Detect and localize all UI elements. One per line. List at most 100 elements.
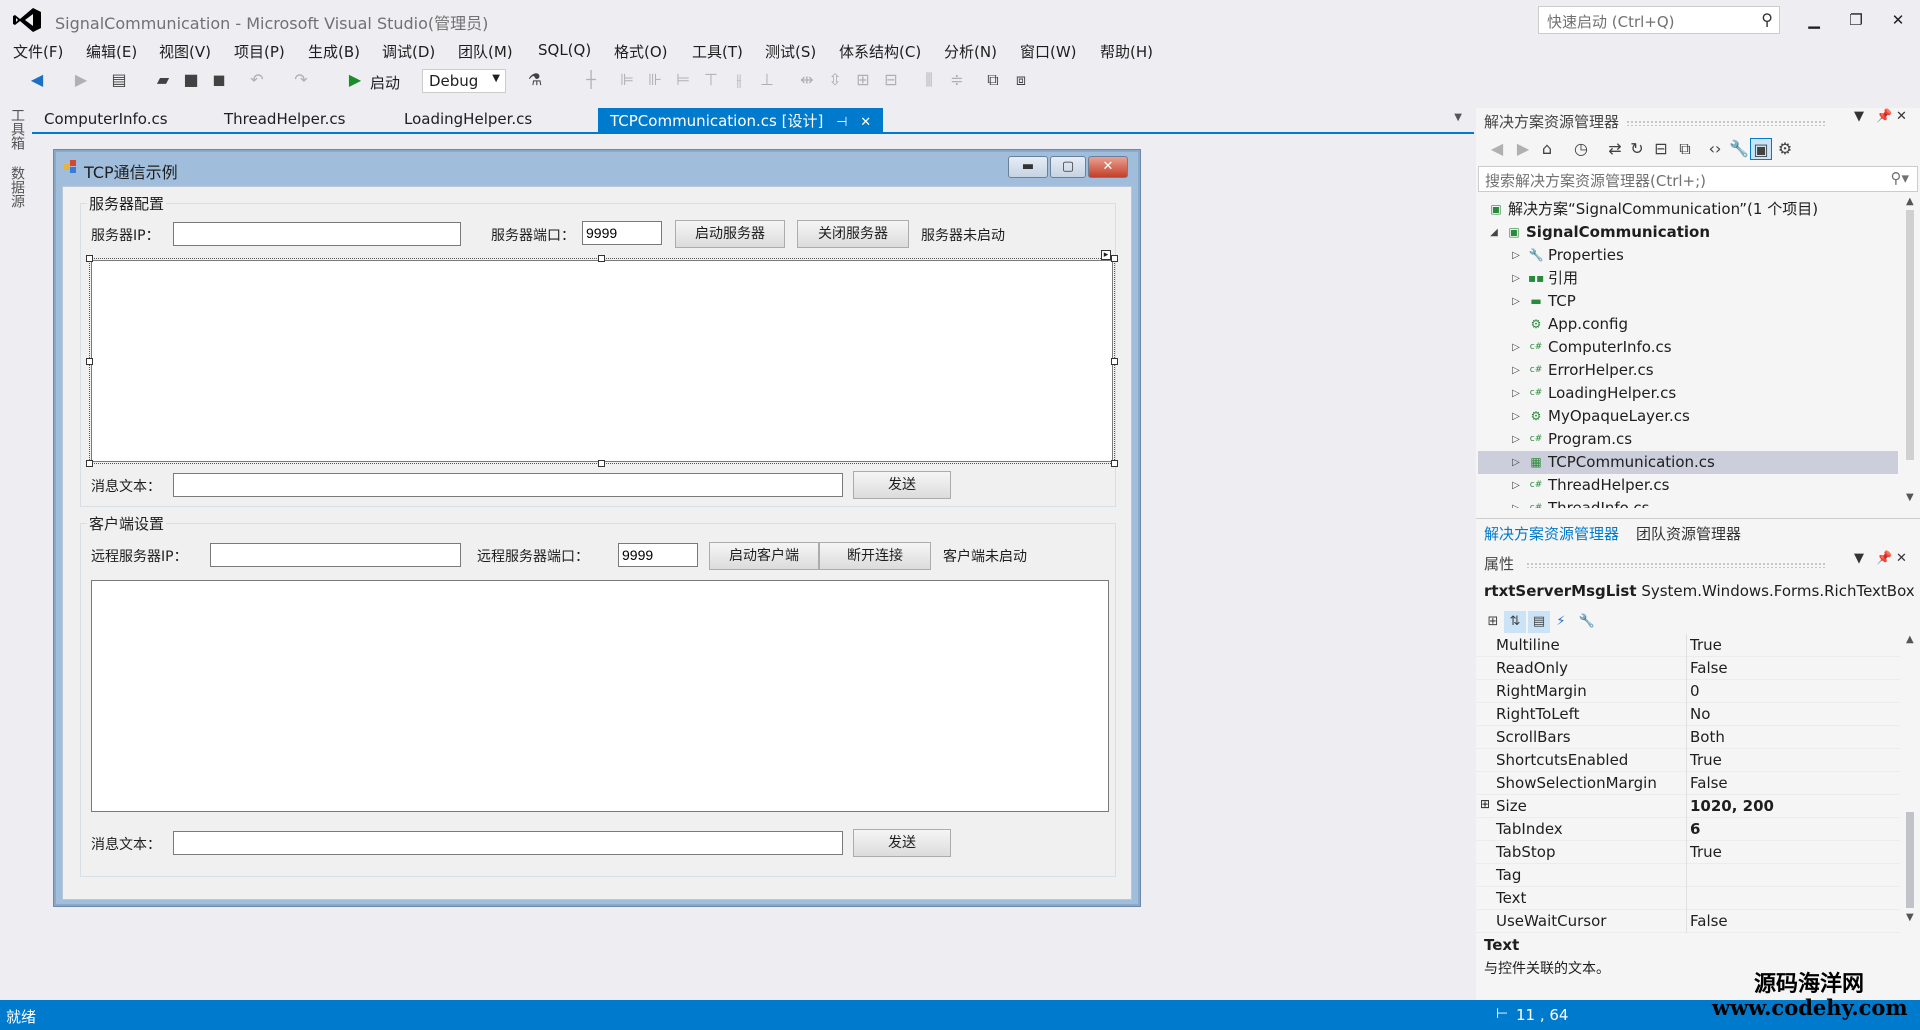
scroll-down-arrow-icon[interactable]: ▼ bbox=[1906, 492, 1914, 503]
panel-menu-chevron-icon[interactable]: ▼ bbox=[1854, 109, 1864, 124]
collapse-arrow-icon[interactable]: ◢ bbox=[1488, 221, 1500, 244]
start-server-button[interactable]: 启动服务器 bbox=[675, 220, 785, 248]
restore-window-button[interactable]: ❐ bbox=[1838, 6, 1874, 34]
property-row[interactable]: Tag bbox=[1476, 864, 1900, 887]
class-diagram-icon[interactable]: ⚙ bbox=[1774, 138, 1796, 160]
navigate-forward-icon[interactable]: ▶ bbox=[70, 69, 92, 91]
close-tab-icon[interactable]: ✕ bbox=[860, 115, 871, 130]
client-message-input[interactable] bbox=[173, 831, 843, 855]
tree-item[interactable]: ⚙ App.config bbox=[1478, 313, 1898, 336]
property-value[interactable]: 0 bbox=[1690, 682, 1700, 700]
start-client-button[interactable]: 启动客户端 bbox=[709, 542, 819, 570]
undo-icon[interactable]: ↶ bbox=[246, 69, 268, 91]
forward-icon[interactable]: ▶ bbox=[1512, 138, 1534, 160]
close-icon[interactable]: ✕ bbox=[1896, 551, 1907, 566]
expand-arrow-icon[interactable]: ▷ bbox=[1510, 474, 1522, 497]
resize-handle[interactable] bbox=[86, 358, 93, 365]
client-send-button[interactable]: 发送 bbox=[853, 829, 951, 857]
properties-scrollbar[interactable]: ▲ ▼ bbox=[1902, 634, 1918, 926]
view-designer-icon[interactable]: ▣ bbox=[1750, 138, 1772, 160]
menu-tools[interactable]: 工具(T) bbox=[692, 41, 743, 62]
tree-item[interactable]: ▷ ⚙ MyOpaqueLayer.cs bbox=[1478, 405, 1898, 428]
property-value[interactable]: False bbox=[1690, 774, 1728, 792]
property-value[interactable]: True bbox=[1690, 636, 1722, 654]
tree-item[interactable]: ▷ c# ComputerInfo.cs bbox=[1478, 336, 1898, 359]
resize-handle[interactable] bbox=[1111, 255, 1118, 262]
find-in-files-icon[interactable]: ⚗ bbox=[524, 69, 546, 91]
expand-arrow-icon[interactable]: ▷ bbox=[1510, 267, 1522, 290]
winform-window[interactable]: TCP通信示例 ▬ ▢ ✕ 服务器配置 服务器IP： 服务器端口： 启动服务器 … bbox=[54, 150, 1140, 906]
property-value[interactable]: 6 bbox=[1690, 820, 1700, 838]
tree-item[interactable]: ▷ ▦ TCPCommunication.cs bbox=[1478, 451, 1898, 474]
property-row[interactable]: RightToLeft No bbox=[1476, 703, 1900, 726]
tree-item[interactable]: ▷ 🔧 Properties bbox=[1478, 244, 1898, 267]
tab-team-explorer[interactable]: 团队资源管理器 bbox=[1636, 523, 1741, 544]
save-icon[interactable]: ■ bbox=[180, 69, 202, 91]
property-row[interactable]: TabIndex 6 bbox=[1476, 818, 1900, 841]
data-sources-tab[interactable]: 数据源 bbox=[9, 166, 27, 208]
send-to-back-icon[interactable]: ⧈ bbox=[1010, 69, 1032, 91]
menu-team[interactable]: 团队(M) bbox=[458, 41, 513, 62]
close-icon[interactable]: ✕ bbox=[1896, 109, 1907, 124]
tree-item[interactable]: ▷ c# ThreadHelper.cs bbox=[1478, 474, 1898, 497]
toolbox-tab[interactable]: 工具箱 bbox=[9, 108, 27, 150]
tree-item[interactable]: ▷ ▪▪ 引用 bbox=[1478, 267, 1898, 290]
scroll-up-arrow-icon[interactable]: ▲ bbox=[1906, 196, 1914, 207]
start-debugging-icon[interactable]: ▶ bbox=[344, 69, 366, 91]
start-button-label[interactable]: 启动 bbox=[370, 72, 400, 93]
resize-handle[interactable] bbox=[1111, 358, 1118, 365]
tab-overflow-chevron-icon[interactable]: ▼ bbox=[1454, 112, 1462, 123]
smart-tag-icon[interactable]: ▸ bbox=[1101, 250, 1111, 260]
menu-sql[interactable]: SQL(Q) bbox=[538, 41, 591, 59]
pin-icon[interactable]: 📌 bbox=[1876, 109, 1892, 124]
server-ip-input[interactable] bbox=[173, 222, 461, 246]
property-value[interactable]: False bbox=[1690, 659, 1728, 677]
tree-item[interactable]: ▷ c# ErrorHelper.cs bbox=[1478, 359, 1898, 382]
tab-computerinfo[interactable]: ComputerInfo.cs bbox=[32, 108, 180, 132]
expand-arrow-icon[interactable]: ▷ bbox=[1510, 290, 1522, 313]
property-row[interactable]: ScrollBars Both bbox=[1476, 726, 1900, 749]
refresh-icon[interactable]: ↻ bbox=[1626, 138, 1648, 160]
resize-handle[interactable] bbox=[1111, 460, 1118, 467]
menu-project[interactable]: 项目(P) bbox=[234, 41, 285, 62]
new-project-icon[interactable]: ▤ bbox=[108, 69, 130, 91]
redo-icon[interactable]: ↷ bbox=[290, 69, 312, 91]
property-row[interactable]: Multiline True bbox=[1476, 634, 1900, 657]
expand-arrow-icon[interactable]: ▷ bbox=[1510, 451, 1522, 474]
remote-ip-input[interactable] bbox=[210, 543, 461, 567]
expand-arrow-icon[interactable]: ▷ bbox=[1510, 428, 1522, 451]
menu-help[interactable]: 帮助(H) bbox=[1100, 41, 1153, 62]
property-row[interactable]: TabStop True bbox=[1476, 841, 1900, 864]
pin-icon[interactable]: ⊣ bbox=[836, 115, 847, 130]
property-row[interactable]: ShowSelectionMargin False bbox=[1476, 772, 1900, 795]
tab-threadhelper[interactable]: ThreadHelper.cs bbox=[212, 108, 358, 132]
resize-handle[interactable] bbox=[86, 255, 93, 262]
property-row[interactable]: RightMargin 0 bbox=[1476, 680, 1900, 703]
close-window-button[interactable]: ✕ bbox=[1880, 6, 1916, 34]
server-message-input[interactable] bbox=[173, 473, 843, 497]
property-object-selector[interactable]: rtxtServerMsgList System.Windows.Forms.R… bbox=[1484, 582, 1920, 600]
scroll-down-arrow-icon[interactable]: ▼ bbox=[1906, 912, 1914, 923]
back-icon[interactable]: ◀ bbox=[1486, 138, 1508, 160]
solution-tree-scrollbar[interactable]: ▲ ▼ bbox=[1902, 196, 1918, 508]
tree-item[interactable]: ▣ 解决方案“SignalCommunication”(1 个项目) bbox=[1478, 198, 1898, 221]
tree-item[interactable]: ◢ ▣ SignalCommunication bbox=[1478, 221, 1898, 244]
properties-view-icon[interactable]: ▤ bbox=[1528, 611, 1550, 633]
tree-item[interactable]: ▷ c# ThreadInfo.cs bbox=[1478, 497, 1898, 508]
menu-edit[interactable]: 编辑(E) bbox=[86, 41, 137, 62]
navigate-back-icon[interactable]: ◀ bbox=[26, 69, 48, 91]
resize-handle[interactable] bbox=[598, 460, 605, 467]
view-code-icon[interactable]: ‹› bbox=[1704, 138, 1726, 160]
disconnect-button[interactable]: 断开连接 bbox=[819, 542, 931, 570]
sync-icon[interactable]: ⇄ bbox=[1604, 138, 1626, 160]
property-value[interactable]: No bbox=[1690, 705, 1710, 723]
menu-file[interactable]: 文件(F) bbox=[13, 41, 63, 62]
expand-arrow-icon[interactable]: ▷ bbox=[1510, 336, 1522, 359]
property-value[interactable]: True bbox=[1690, 843, 1722, 861]
minimize-window-button[interactable]: ▁ bbox=[1796, 6, 1832, 34]
menu-analyze[interactable]: 分析(N) bbox=[944, 41, 997, 62]
menu-test[interactable]: 测试(S) bbox=[765, 41, 816, 62]
property-row[interactable]: UseWaitCursor False bbox=[1476, 910, 1900, 933]
tree-item[interactable]: ▷ c# Program.cs bbox=[1478, 428, 1898, 451]
scroll-thumb[interactable] bbox=[1906, 812, 1914, 908]
